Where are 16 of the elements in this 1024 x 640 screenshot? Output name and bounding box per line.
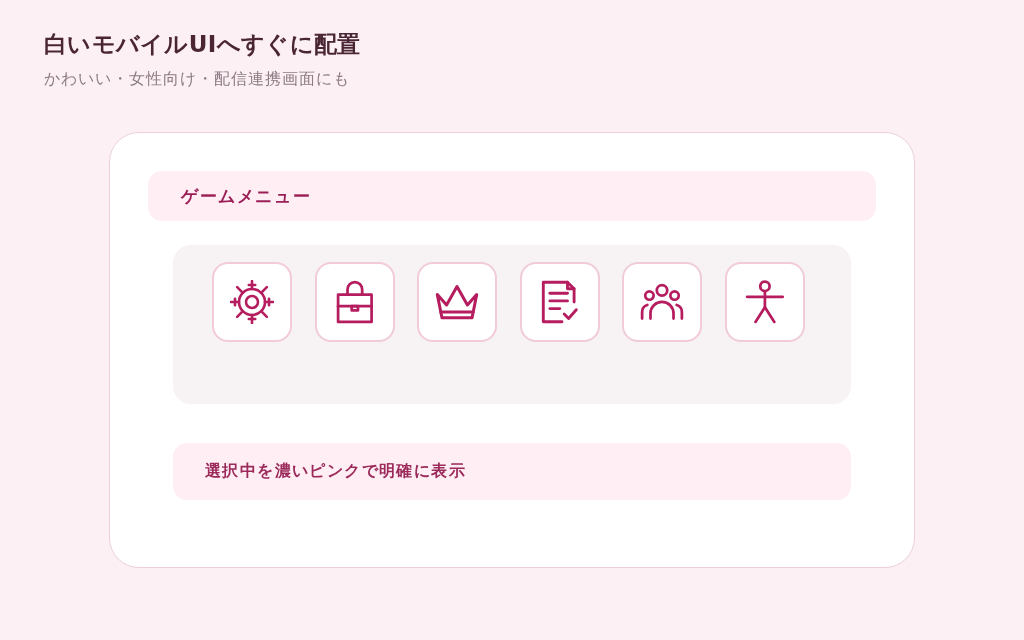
menu-tile-button[interactable]	[314, 262, 395, 342]
crown-icon	[435, 283, 479, 321]
page-subtitle: かわいい・女性向け・配信連携画面にも	[44, 68, 351, 90]
page-title: 白いモバイルUIへすぐに配置	[44, 30, 362, 59]
menu-tile-button[interactable]	[622, 262, 702, 342]
menu-tile-button[interactable]	[212, 262, 292, 342]
menu-tile-button[interactable]	[519, 262, 600, 342]
people-group-icon	[640, 283, 684, 321]
note-text: 選択中を濃いピンクで明確に表示	[205, 461, 466, 482]
menu-title: ゲームメニュー	[181, 184, 312, 208]
briefcase-icon	[335, 280, 374, 324]
checklist-document-icon	[539, 280, 580, 324]
menu-tile-button[interactable]	[724, 262, 805, 342]
person-icon	[744, 280, 785, 324]
menu-tile-button[interactable]	[417, 262, 497, 342]
gear-icon	[230, 280, 274, 324]
